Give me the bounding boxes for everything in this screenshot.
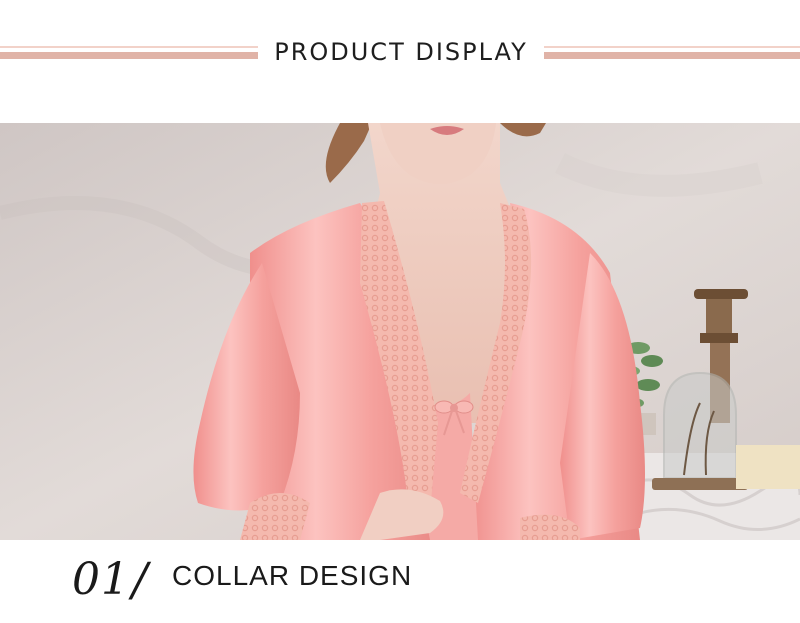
- left-decorative-rule: [0, 46, 258, 60]
- left-rule-thin-line: [0, 46, 258, 48]
- beige-box: [736, 445, 800, 489]
- section-separator: /: [132, 552, 148, 606]
- section-number: 01: [72, 554, 130, 605]
- right-decorative-rule: [544, 46, 800, 60]
- right-rule-thick-line: [544, 52, 800, 59]
- section-caption: 01 / COLLAR DESIGN: [0, 540, 800, 623]
- page-title: PRODUCT DISPLAY: [274, 38, 528, 66]
- section-label: COLLAR DESIGN: [172, 560, 413, 591]
- left-rule-thick-line: [0, 52, 258, 59]
- page-header: PRODUCT DISPLAY: [0, 0, 800, 123]
- right-rule-thin-line: [544, 46, 800, 48]
- product-photo: [0, 123, 800, 540]
